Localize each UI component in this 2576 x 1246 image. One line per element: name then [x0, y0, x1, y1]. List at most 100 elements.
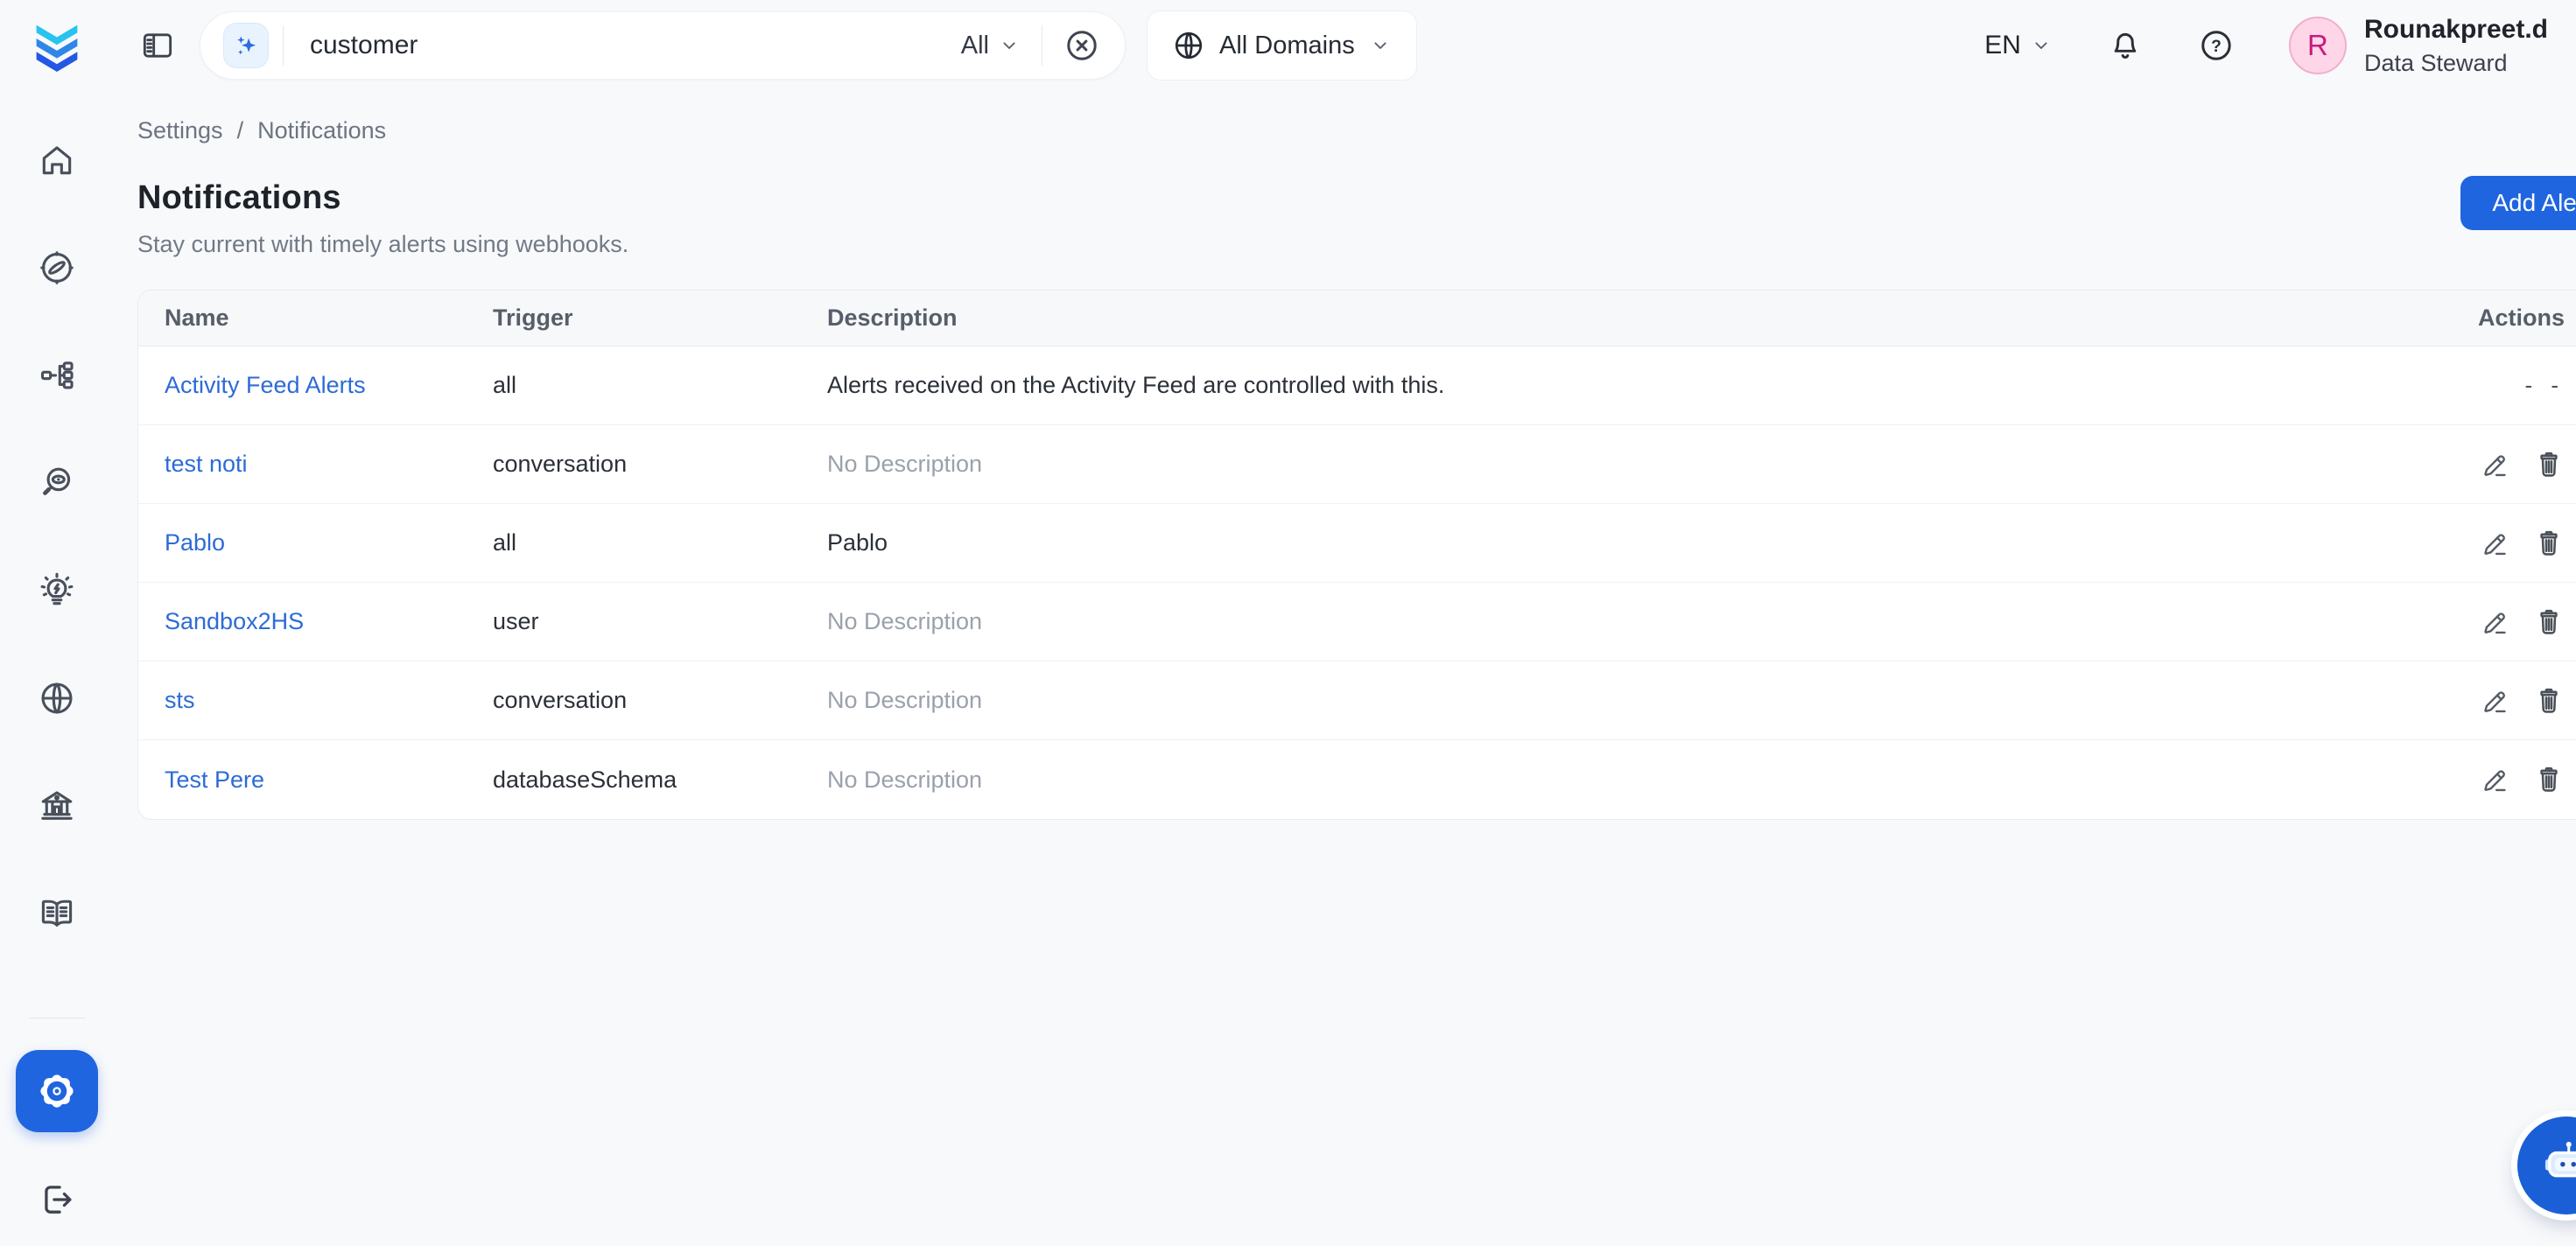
edit-alert-button[interactable]	[2481, 528, 2510, 558]
pencil-icon	[2481, 686, 2510, 716]
language-label: EN	[1984, 31, 2021, 60]
breadcrumb-settings[interactable]: Settings	[137, 117, 223, 144]
search-scope-label: All	[961, 32, 989, 60]
sidebar-item-data-assets[interactable]	[38, 356, 76, 395]
home-icon	[38, 141, 76, 179]
sidebar-collapse-button[interactable]	[140, 28, 175, 63]
delete-alert-button[interactable]	[2533, 606, 2565, 638]
pencil-icon	[2481, 765, 2510, 794]
alert-description: No Description	[827, 766, 2412, 794]
alert-trigger: conversation	[493, 687, 827, 714]
alert-trigger: conversation	[493, 451, 827, 478]
gear-icon	[33, 1068, 81, 1115]
no-actions-placeholder: - -	[2524, 372, 2565, 399]
sidebar-item-glossary[interactable]	[38, 894, 76, 933]
collapse-sidebar-icon	[140, 28, 175, 63]
table-row: Test Pere databaseSchema No Description	[138, 740, 2576, 819]
alert-name-link[interactable]: sts	[138, 687, 493, 714]
magnifier-eye-icon	[38, 464, 76, 502]
breadcrumb-separator: /	[237, 117, 244, 144]
delete-alert-button[interactable]	[2533, 528, 2565, 559]
edit-alert-button[interactable]	[2481, 450, 2510, 480]
clear-search-button[interactable]	[1063, 27, 1100, 64]
help-circle-icon	[2198, 27, 2235, 64]
alert-name-link[interactable]: Pablo	[138, 529, 493, 556]
compass-icon	[38, 248, 76, 287]
alert-description: No Description	[827, 608, 2412, 635]
global-search-bar: All	[200, 11, 1126, 80]
globe-icon	[38, 679, 76, 718]
column-header-name: Name	[138, 304, 493, 332]
breadcrumb-notifications: Notifications	[257, 117, 386, 144]
alert-trigger: all	[493, 529, 827, 556]
search-input[interactable]	[310, 31, 944, 60]
delete-alert-button[interactable]	[2533, 764, 2565, 795]
app-root: All All Domains EN R	[0, 0, 2576, 1246]
notifications-button[interactable]	[2107, 27, 2144, 64]
alert-trigger: databaseSchema	[493, 766, 827, 794]
app-logo[interactable]	[0, 12, 114, 79]
table-header: Name Trigger Description Actions	[138, 290, 2576, 346]
notifications-table: Name Trigger Description Actions Activit…	[137, 290, 2576, 820]
help-button[interactable]	[2198, 27, 2235, 64]
table-row: Activity Feed Alerts all Alerts received…	[138, 346, 2576, 425]
x-circle-icon	[1063, 27, 1100, 64]
trash-icon	[2533, 764, 2565, 795]
column-header-trigger: Trigger	[493, 304, 827, 332]
alert-description: No Description	[827, 687, 2412, 714]
sidebar-item-settings-active[interactable]	[16, 1050, 98, 1132]
delete-alert-button[interactable]	[2533, 449, 2565, 480]
sidebar-item-govern[interactable]	[38, 787, 76, 825]
sidebar-bottom	[16, 1018, 98, 1246]
edit-alert-button[interactable]	[2481, 765, 2510, 794]
alert-name-link[interactable]: Test Pere	[138, 766, 493, 794]
page-subtitle: Stay current with timely alerts using we…	[137, 231, 2576, 258]
edit-alert-button[interactable]	[2481, 686, 2510, 716]
chevron-down-icon	[2030, 34, 2053, 57]
sidebar-item-home[interactable]	[38, 141, 76, 179]
add-alert-button[interactable]: Add Alert	[2460, 176, 2576, 230]
sidebar-item-observability[interactable]	[38, 464, 76, 502]
column-header-actions: Actions	[2412, 304, 2576, 332]
delete-alert-button[interactable]	[2533, 685, 2565, 717]
alert-name-link[interactable]: test noti	[138, 451, 493, 478]
alert-description: Pablo	[827, 529, 2412, 556]
sidebar-item-explore[interactable]	[38, 248, 76, 287]
alert-description: No Description	[827, 451, 2412, 478]
table-row: sts conversation No Description	[138, 662, 2576, 740]
avatar: R	[2289, 17, 2347, 74]
bank-icon	[38, 787, 76, 825]
top-bar: All All Domains EN R	[0, 0, 2576, 91]
divider	[283, 25, 284, 66]
language-dropdown[interactable]: EN	[1984, 31, 2053, 60]
user-role: Data Steward	[2364, 49, 2548, 77]
alert-description: Alerts received on the Activity Feed are…	[827, 372, 2412, 399]
globe-icon	[1172, 29, 1205, 62]
left-sidebar	[0, 0, 114, 1246]
trash-icon	[2533, 449, 2565, 480]
layers-logo-icon	[22, 12, 92, 79]
domains-dropdown[interactable]: All Domains	[1147, 10, 1417, 80]
hierarchy-icon	[38, 356, 76, 395]
logout-button[interactable]	[37, 1180, 77, 1220]
alert-name-link[interactable]: Sandbox2HS	[138, 608, 493, 635]
chat-bot-button[interactable]	[2517, 1116, 2576, 1214]
open-book-icon	[38, 894, 76, 933]
chevron-down-icon	[998, 34, 1021, 57]
ai-sparkle-icon[interactable]	[223, 23, 269, 68]
sidebar-item-insights[interactable]	[38, 571, 76, 610]
sidebar-item-domains[interactable]	[38, 679, 76, 718]
edit-alert-button[interactable]	[2481, 607, 2510, 637]
alert-trigger: all	[493, 372, 827, 399]
trash-icon	[2533, 606, 2565, 638]
trash-icon	[2533, 685, 2565, 717]
robot-icon	[2537, 1137, 2576, 1194]
search-scope-dropdown[interactable]: All	[961, 32, 1021, 60]
table-row: Sandbox2HS user No Description	[138, 583, 2576, 662]
logout-icon	[37, 1180, 77, 1220]
table-row: Pablo all Pablo	[138, 504, 2576, 583]
alert-name-link[interactable]: Activity Feed Alerts	[138, 372, 493, 399]
user-menu[interactable]: R Rounakpreet.d Data Steward	[2289, 14, 2548, 77]
alert-trigger: user	[493, 608, 827, 635]
sidebar-nav	[38, 141, 76, 933]
